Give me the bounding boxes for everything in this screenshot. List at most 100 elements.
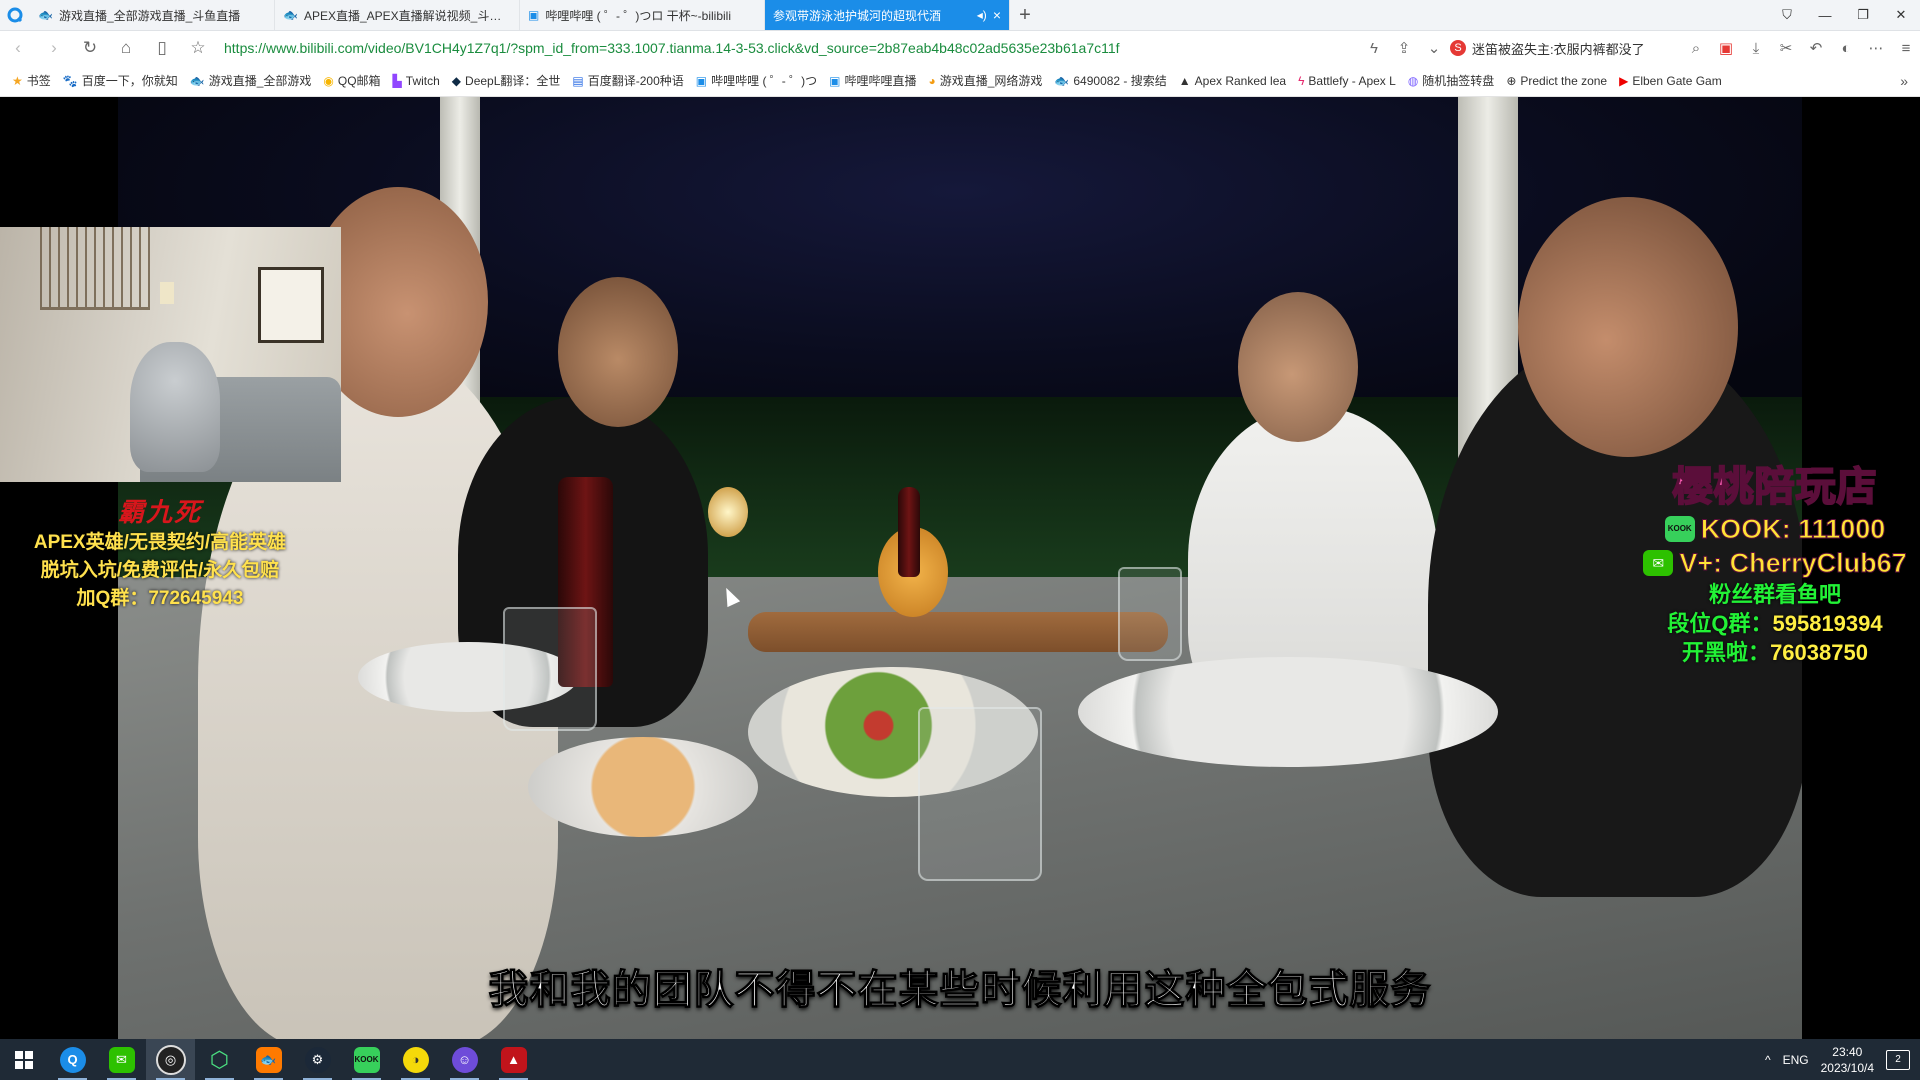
baidu-translate-icon: ▤ [572,73,584,88]
browser-logo-icon[interactable] [0,0,30,30]
tab-douyu-apex[interactable]: 🐟 APEX直播_APEX直播解说视频_斗鱼直 [275,0,520,30]
cola-bottle [898,487,920,577]
open-line: 开黑啦：76038750 [1640,638,1910,667]
more-icon[interactable]: ⋯ [1862,39,1890,57]
taskbar-yellow-app[interactable]: ◑ [391,1039,440,1080]
reload-icon[interactable]: ↻ [72,38,108,58]
bookmark-item[interactable]: ▲ Apex Ranked lea [1179,74,1286,88]
star-icon: ★ [12,73,23,88]
bookmark-item[interactable]: ▣ 哔哩哔哩 ( ゜- ゜)つ [696,72,817,89]
speaker-icon[interactable]: ◂) [977,8,987,22]
clock[interactable]: 23:40 2023/10/4 [1821,1044,1874,1076]
undo-icon[interactable]: ↶ [1802,39,1830,57]
douyu-icon: 🐟 [1054,73,1070,88]
globe-icon: ⊕ [1506,73,1517,88]
notification-count: 2 [1895,1054,1901,1065]
meat-board [748,612,1168,652]
clock-date: 2023/10/4 [1820,1060,1874,1075]
menu-icon[interactable]: ≡ [1892,40,1920,57]
home-icon[interactable]: ⌂ [108,38,144,58]
twitch-icon: ▙ [392,73,402,88]
bookmark-item[interactable]: ◆ DeepL翻译：全世 [452,72,561,89]
bookmark-label: 书签 [26,74,51,88]
close-tab-icon[interactable]: × [993,7,1001,23]
bookmark-item[interactable]: ▙ Twitch [393,74,440,88]
kook-id: KOOK: 111000 [1700,514,1886,545]
notification-center-icon[interactable]: 2 [1886,1049,1910,1070]
bookmark-item[interactable]: ϟ Battlefy - Apex L [1298,74,1396,88]
bookmark-item[interactable]: ▶ Elben Gate Gam [1619,74,1722,88]
tab-strip: 🐟 游戏直播_全部游戏直播_斗鱼直播 🐟 APEX直播_APEX直播解说视频_斗… [0,0,1920,31]
input-language[interactable]: ENG [1783,1053,1809,1067]
windows-start-icon[interactable] [0,1050,48,1069]
wechat-row: ✉ V+: CherryClub67 [1640,546,1910,580]
douyu-icon: 🐟 [255,1046,282,1073]
tab-bilibili-video[interactable]: 参观带游泳池护城河的超现代酒 ◂) × [765,0,1010,30]
address-input[interactable]: https://www.bilibili.com/video/BV1CH4y1Z… [224,40,1284,56]
yellow-app-icon: ◑ [402,1046,429,1073]
tab-title: 游戏直播_全部游戏直播_斗鱼直播 [58,8,241,23]
douyu-icon: 🐟 [189,73,205,88]
restore-icon[interactable]: ❐ [1844,0,1882,30]
minimize-icon[interactable]: — [1806,0,1844,30]
share-icon[interactable]: ⇪ [1390,39,1418,57]
bookmark-item[interactable]: 🐾 百度一下，你就知 [63,72,178,89]
taskbar-green-app[interactable]: ⬡ [195,1039,244,1080]
shirt-icon[interactable]: ⛉ [1768,0,1806,30]
cam-railing [40,227,150,310]
tab-title: 哔哩哔哩 ( ゜- ゜)つロ 干杯~-bilibili [545,8,732,23]
promo-line: 脱坑入坑/免费评估/永久包赔 [40,560,280,581]
tab-bilibili-home[interactable]: ▣ 哔哩哔哩 ( ゜- ゜)つロ 干杯~-bilibili [520,0,765,30]
back-icon[interactable]: ‹ [0,38,36,58]
taskbar-wechat[interactable]: ✉ [97,1039,146,1080]
shop-title: 樱桃陪玩店 [1672,464,1878,510]
download-icon[interactable]: ⤓ [1742,40,1770,57]
translate-icon[interactable]: ▣ [1712,39,1740,57]
search-engine-icon: S [1450,40,1466,56]
rank-number: 595819394 [1772,611,1883,636]
bookmark-item[interactable]: ▣ 哔哩哔哩直播 [829,72,916,89]
taskbar-voice-app[interactable]: ☺ [440,1039,489,1080]
new-tab-button[interactable]: + [1010,0,1040,30]
taskbar-douyu[interactable]: 🐟 [244,1039,293,1080]
taskbar-steam[interactable]: ⚙ [293,1039,342,1080]
douyu-icon: 🐟 [283,8,298,22]
bookmark-item[interactable]: ◍ 随机抽签转盘 [1408,72,1495,89]
kook-icon: KOOK [353,1046,380,1073]
bookmark-star-icon[interactable]: ☆ [180,38,216,58]
scissors-icon[interactable]: ✂ [1772,39,1800,57]
bookmarks-more-icon[interactable]: » [1900,73,1908,89]
bookmark-item[interactable]: ◕ 游戏直播_网络游戏 [928,72,1042,89]
bookmark-item[interactable]: 🐟 6490082 - 搜索结 [1054,72,1166,89]
steam-icon: ⚙ [304,1046,331,1073]
video-player[interactable]: 霸九死 APEX英雄/无畏契约/高能英雄 脱坑入坑/免费评估/永久包赔 加Q群：… [0,97,1920,1039]
forward-icon[interactable]: › [36,38,72,58]
taskbar-kook[interactable]: KOOK [342,1039,391,1080]
taskbar-browser[interactable]: Q [48,1039,97,1080]
tray-chevron-up-icon[interactable]: ^ [1765,1053,1771,1067]
water-glass [1118,567,1182,661]
lightning-icon[interactable]: ϟ [1360,40,1388,57]
bookmark-label: 百度一下，你就知 [81,74,178,88]
water-glass [918,707,1042,881]
close-window-icon[interactable]: ✕ [1882,0,1920,30]
bookmark-item[interactable]: ▤ 百度翻译-200种语 [572,72,683,89]
bookmark-item[interactable]: ◉ QQ邮箱 [323,72,380,89]
hot-search[interactable]: S 迷笛被盗失主:衣服内裤都没了 [1450,39,1680,58]
open-number: 76038750 [1770,640,1868,665]
search-icon[interactable]: ⌕ [1682,40,1710,57]
reader-icon[interactable]: ▯ [144,38,180,58]
tab-douyu-games[interactable]: 🐟 游戏直播_全部游戏直播_斗鱼直播 [30,0,275,30]
bookmark-item[interactable]: ⊕ Predict the zone [1506,74,1607,88]
tab-title: APEX直播_APEX直播解说视频_斗鱼直 [303,8,511,23]
taskbar-apex[interactable]: ▲ [489,1039,538,1080]
chevron-down-icon[interactable]: ⌄ [1420,39,1448,57]
obs-icon: ◎ [155,1044,186,1075]
wechat-id: V+: CherryClub67 [1679,548,1907,579]
dark-mode-icon[interactable]: ◐ [1832,40,1860,57]
webcam-overlay [0,227,341,482]
taskbar-obs[interactable]: ◎ [146,1039,195,1080]
promo-line: APEX英雄/无畏契约/高能英雄 [33,532,287,553]
bookmark-item[interactable]: ★ 书签 [12,72,51,89]
bookmark-item[interactable]: 🐟 游戏直播_全部游戏 [190,72,312,89]
